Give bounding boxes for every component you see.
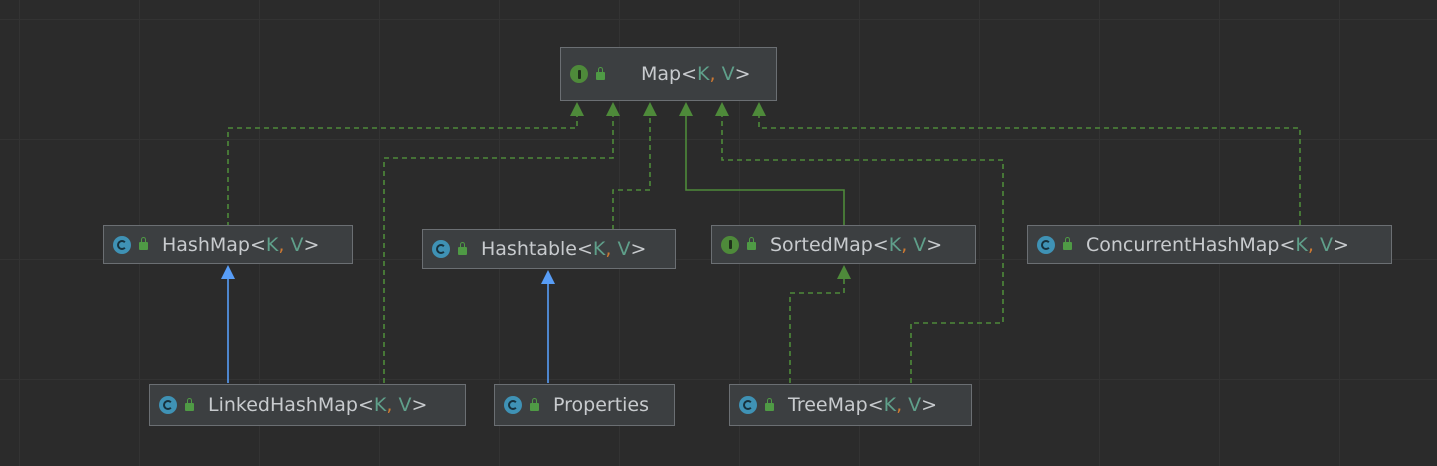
edge-hashmap-implements-map — [227, 102, 584, 236]
edge-hashtable-implements-map — [612, 102, 657, 230]
class-icon — [432, 240, 450, 258]
node-map[interactable]: Map<K, V> — [560, 47, 777, 101]
edge-sortedmap-extends-map — [679, 102, 845, 225]
class-icon — [504, 396, 522, 414]
interface-icon — [570, 65, 588, 83]
public-lock-icon — [747, 237, 756, 250]
public-lock-icon — [185, 397, 194, 411]
node-label: HashMap<K, V> — [162, 233, 320, 256]
public-lock-icon — [1063, 237, 1072, 250]
node-label: TreeMap<K, V> — [788, 394, 938, 416]
class-icon — [113, 235, 131, 254]
node-label: Map<K, V> — [641, 63, 751, 85]
node-hashtable[interactable]: Hashtable<K, V> — [422, 229, 676, 269]
node-label: SortedMap<K, V> — [770, 233, 943, 256]
interface-icon — [721, 235, 739, 254]
class-icon — [1037, 235, 1055, 254]
public-lock-icon — [139, 237, 148, 250]
node-sortedmap[interactable]: SortedMap<K, V> — [711, 225, 976, 264]
node-label: ConcurrentHashMap<K, V> — [1086, 233, 1349, 256]
class-icon — [739, 396, 757, 414]
node-treemap[interactable]: TreeMap<K, V> — [729, 384, 972, 426]
node-label: LinkedHashMap<K, V> — [208, 394, 428, 416]
class-icon — [159, 396, 177, 414]
node-hashmap[interactable]: HashMap<K, V> — [103, 225, 353, 264]
edge-linkedhashmap-extends-hashmap — [221, 265, 235, 383]
node-concurrenthashmap[interactable]: ConcurrentHashMap<K, V> — [1027, 225, 1392, 264]
edge-concurrenthashmap-implements-map — [752, 102, 1301, 225]
public-lock-icon — [765, 397, 774, 411]
node-linkedhashmap[interactable]: LinkedHashMap<K, V> — [149, 384, 466, 426]
node-label: Properties — [553, 394, 650, 416]
public-lock-icon — [458, 241, 467, 255]
node-label: Hashtable<K, V> — [481, 238, 647, 260]
edge-properties-extends-hashtable — [541, 270, 555, 383]
public-lock-icon — [596, 66, 605, 80]
edge-treemap-implements-sortedmap — [789, 265, 851, 383]
public-lock-icon — [530, 397, 539, 411]
node-properties[interactable]: Properties — [494, 384, 675, 426]
